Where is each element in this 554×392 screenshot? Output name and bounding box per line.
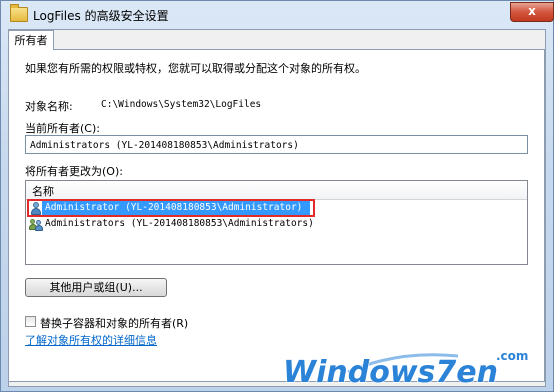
owner-listbox[interactable]: 名称 Administrator (YL-201408180853\Admini…	[25, 180, 528, 265]
window-title: LogFiles 的高级安全设置	[33, 9, 169, 23]
intro-text: 如果您有所需的权限或特权，您就可以取得或分配这个对象的所有权。	[25, 62, 366, 75]
folder-icon	[10, 4, 28, 22]
help-link[interactable]: 了解对象所有权的详细信息	[25, 332, 157, 348]
list-item[interactable]: Administrator (YL-201408180853\Administr…	[27, 199, 524, 217]
tab-owner[interactable]: 所有者	[8, 30, 54, 50]
windows7en-watermark: Windows7en .com	[282, 349, 528, 390]
other-users-button[interactable]: 其他用户或组(U)...	[25, 278, 167, 297]
watermark-brand: Windows7en	[283, 355, 498, 390]
current-owner-label: 当前所有者(C):	[25, 122, 100, 135]
watermark-suffix: .com	[496, 349, 528, 363]
close-button[interactable]: x	[510, 2, 554, 22]
list-item[interactable]: Administrators (YL-201408180853\Administ…	[28, 217, 524, 232]
title-bar: LogFiles 的高级安全设置 x	[1, 1, 554, 29]
group-icon	[29, 218, 43, 231]
replace-owner-label: 替换子容器和对象的所有者(R)	[40, 317, 189, 330]
replace-owner-checkbox[interactable]	[25, 316, 36, 327]
object-name-value: C:\Windows\System32\LogFiles	[101, 99, 262, 110]
list-header[interactable]: 名称	[26, 181, 527, 200]
change-owner-label: 将所有者更改为(O):	[25, 165, 123, 178]
list-item-label: Administrators (YL-201408180853\Administ…	[45, 218, 314, 229]
column-header-name: 名称	[32, 185, 54, 198]
object-name-label: 对象名称:	[25, 100, 73, 113]
current-owner-value: Administrators (YL-201408180853\Administ…	[30, 140, 299, 151]
current-owner-field[interactable]: Administrators (YL-201408180853\Administ…	[25, 135, 528, 154]
red-highlight-box	[27, 199, 315, 217]
